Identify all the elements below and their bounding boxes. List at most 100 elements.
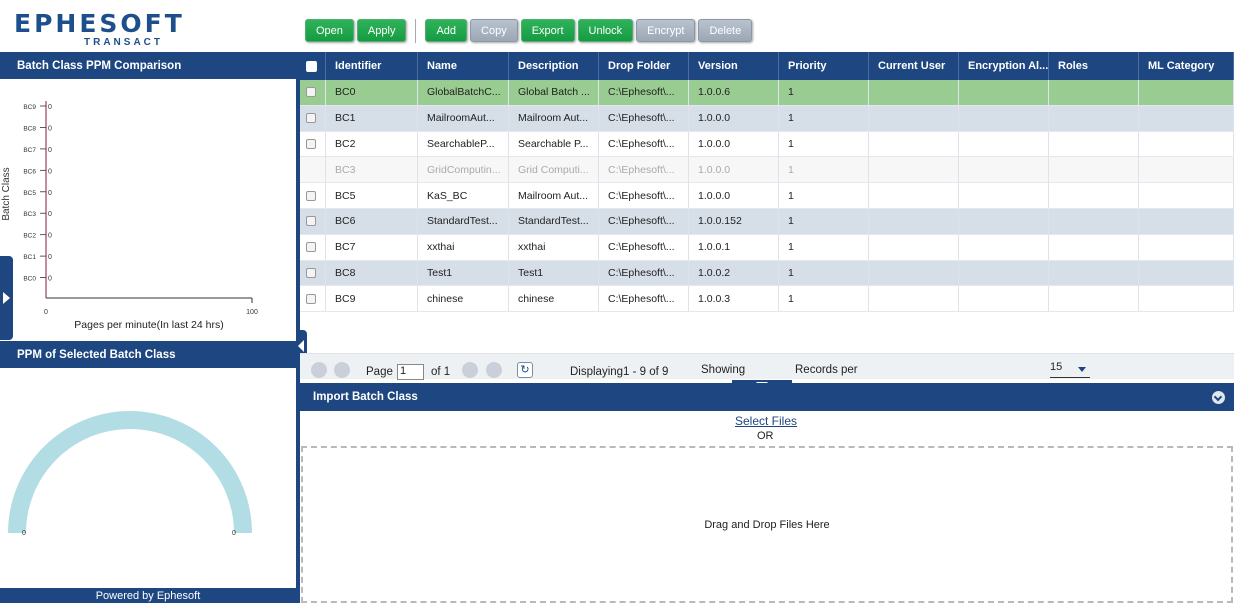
- row-checkbox[interactable]: [306, 293, 316, 304]
- row-select-cell: [300, 234, 326, 260]
- column-header[interactable]: Roles: [1049, 52, 1139, 80]
- table-cell: 1.0.0.0: [689, 157, 779, 183]
- table-cell: [959, 105, 1049, 131]
- table-cell: [959, 80, 1049, 105]
- table-row[interactable]: BC9 chinese chinese C:\Ephesoft\... 1.0.0.3 1: [300, 286, 1234, 313]
- table-row[interactable]: BC0 GlobalBatchC... Global Batch ... C:\Eph…: [300, 80, 1234, 106]
- import-batch-class-header: Import Batch Class: [300, 383, 1234, 411]
- prev-page-icon[interactable]: [334, 362, 350, 378]
- table-row[interactable]: BC6 StandardTest... StandardTest... C:\Ephe…: [300, 208, 1234, 235]
- left-expand-tab[interactable]: [0, 256, 13, 340]
- row-checkbox[interactable]: [306, 267, 316, 278]
- select-files-link[interactable]: Select Files: [735, 414, 797, 428]
- column-header[interactable]: Description: [509, 52, 599, 80]
- table-cell: 1.0.0.0: [689, 183, 779, 208]
- select-all-checkbox[interactable]: [306, 60, 317, 72]
- table-cell: 1: [779, 208, 869, 234]
- table-cell: BC2: [326, 131, 418, 157]
- export-button[interactable]: Export: [520, 19, 575, 42]
- y-tick-label: BC0: [23, 276, 36, 283]
- row-checkbox[interactable]: [306, 87, 316, 98]
- dropzone-text: Drag and Drop Files Here: [704, 518, 830, 531]
- open-button[interactable]: Open: [305, 19, 354, 42]
- table-row[interactable]: BC3 GridComputin... Grid Computi... C:\Ephe…: [300, 157, 1234, 184]
- row-checkbox[interactable]: [306, 190, 316, 201]
- row-checkbox[interactable]: [306, 113, 316, 124]
- first-page-icon[interactable]: [311, 362, 327, 378]
- row-select-cell: [300, 183, 326, 208]
- table-row[interactable]: BC5 KaS_BC Mailroom Aut... C:\Ephesoft\... 1…: [300, 183, 1234, 209]
- row-checkbox[interactable]: [306, 242, 316, 253]
- table-cell: C:\Ephesoft\...: [599, 260, 689, 286]
- table-cell: 1.0.0.0: [689, 131, 779, 157]
- table-row[interactable]: BC2 SearchableP... Searchable P... C:\Ephes…: [300, 131, 1234, 158]
- table-row[interactable]: BC8 Test1 Test1 C:\Ephesoft\... 1.0.0.2 1: [300, 260, 1234, 287]
- table-cell: C:\Ephesoft\...: [599, 234, 689, 260]
- column-header[interactable]: Current User: [869, 52, 959, 80]
- page-input[interactable]: 1: [397, 364, 424, 380]
- encrypt-button[interactable]: Encrypt: [636, 19, 696, 42]
- unlock-button[interactable]: Unlock: [577, 19, 634, 42]
- table-cell: 1: [779, 183, 869, 208]
- table-cell: [1139, 260, 1234, 286]
- row-checkbox[interactable]: [306, 216, 316, 227]
- table-cell: 1.0.0.3: [689, 286, 779, 312]
- table-row[interactable]: BC1 MailroomAut... Mailroom Aut... C:\Ephes…: [300, 105, 1234, 132]
- table-row[interactable]: BC7 xxthai xxthai C:\Ephesoft\... 1.0.0.1 1: [300, 234, 1234, 261]
- table-cell: C:\Ephesoft\...: [599, 80, 689, 105]
- data-label: 0: [48, 276, 52, 283]
- table-cell: 1: [779, 234, 869, 260]
- collapse-arrow-icon: [298, 340, 304, 352]
- next-page-icon[interactable]: [462, 362, 478, 378]
- column-header[interactable]: Encryption Al...: [959, 52, 1049, 80]
- table-cell: [959, 157, 1049, 183]
- table-cell: C:\Ephesoft\...: [599, 183, 689, 208]
- table-cell: C:\Ephesoft\...: [599, 131, 689, 157]
- x-tick-label: 0: [44, 309, 48, 316]
- table-cell: 1: [779, 131, 869, 157]
- records-per-page-select[interactable]: 15: [1050, 361, 1090, 378]
- row-select-cell: [300, 208, 326, 234]
- ephesoft-logo: EPHESOFT TRANSACT: [14, 10, 182, 50]
- table-cell: Grid Computi...: [509, 157, 599, 183]
- copy-button[interactable]: Copy: [470, 19, 518, 42]
- column-header[interactable]: Version: [689, 52, 779, 80]
- ppm-gauge: 00: [8, 411, 252, 537]
- table-cell: 1: [779, 260, 869, 286]
- table-cell: Global Batch ...: [509, 80, 599, 105]
- column-header[interactable]: Priority: [779, 52, 869, 80]
- table-cell: [1139, 131, 1234, 157]
- table-cell: 1.0.0.0: [689, 105, 779, 131]
- ppm-comparison-chart: Batch Class BC9 0 BC8 0 BC7 0 BC6 0 BC5 0 BC3 0 BC2 0 B…: [1, 101, 258, 331]
- ppm-selected-header: PPM of Selected Batch Class: [0, 341, 296, 368]
- column-header[interactable]: ML Category: [1139, 52, 1234, 80]
- data-label: 0: [48, 233, 52, 240]
- table-cell: [959, 131, 1049, 157]
- column-header[interactable]: Name: [418, 52, 509, 80]
- column-header[interactable]: Drop Folder: [599, 52, 689, 80]
- table-cell: [1049, 131, 1139, 157]
- column-header[interactable]: Identifier: [326, 52, 418, 80]
- table-cell: C:\Ephesoft\...: [599, 157, 689, 183]
- apply-button[interactable]: Apply: [356, 19, 407, 42]
- table-cell: [1139, 208, 1234, 234]
- table-cell: BC6: [326, 208, 418, 234]
- y-axis-title: Batch Class: [1, 167, 12, 220]
- page-label: Page: [366, 366, 393, 378]
- table-cell: StandardTest...: [418, 208, 509, 234]
- table-cell: [869, 234, 959, 260]
- file-dropzone[interactable]: Drag and Drop Files Here: [301, 446, 1233, 603]
- table-cell: GridComputin...: [418, 157, 509, 183]
- gauge-arc: [8, 411, 252, 533]
- refresh-icon[interactable]: ↻: [517, 362, 533, 378]
- collapse-panel-icon[interactable]: [1212, 391, 1225, 404]
- data-label: 0: [48, 147, 52, 154]
- table-cell: [1139, 105, 1234, 131]
- x-axis-title: Pages per minute(In last 24 hrs): [74, 319, 223, 331]
- last-page-icon[interactable]: [486, 362, 502, 378]
- add-button[interactable]: Add: [425, 19, 468, 42]
- table-cell: 1.0.0.152: [689, 208, 779, 234]
- table-cell: [869, 286, 959, 312]
- row-checkbox[interactable]: [306, 138, 316, 149]
- delete-button[interactable]: Delete: [698, 19, 753, 42]
